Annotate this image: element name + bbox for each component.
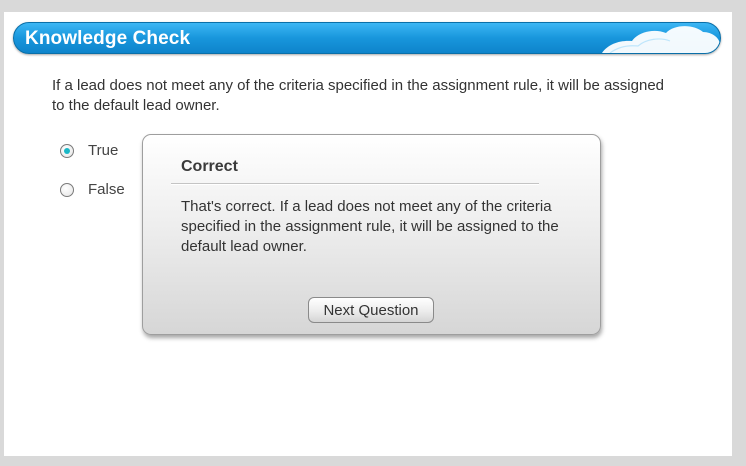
feedback-message: That's correct. If a lead does not meet … (181, 198, 559, 255)
radio-true[interactable] (60, 144, 74, 158)
page-title: Knowledge Check (25, 28, 191, 49)
option-false-label: False (88, 181, 125, 198)
cloud-icon (602, 26, 720, 53)
next-question-button[interactable]: Next Question (308, 297, 434, 323)
question-text: If a lead does not meet any of the crite… (52, 77, 665, 114)
option-true-label: True (88, 142, 119, 159)
feedback-title: Correct (181, 158, 238, 175)
feedback-popup: Correct That's correct. If a lead does n… (142, 134, 601, 335)
radio-false[interactable] (60, 183, 74, 197)
header-bar: Knowledge Check (13, 22, 721, 54)
feedback-divider (171, 183, 539, 185)
